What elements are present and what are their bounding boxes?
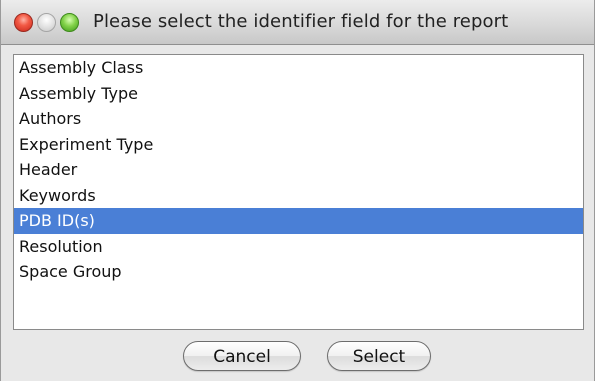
window-title: Please select the identifier field for t…	[93, 11, 509, 32]
close-window-icon[interactable]	[14, 13, 33, 32]
identifier-field-list[interactable]: Assembly Class Assembly Type Authors Exp…	[13, 54, 584, 330]
list-item[interactable]: Keywords	[14, 183, 583, 209]
zoom-window-icon[interactable]	[60, 13, 79, 32]
list-item[interactable]: Resolution	[14, 234, 583, 260]
list-item[interactable]: Assembly Type	[14, 81, 583, 107]
title-bar: Please select the identifier field for t…	[1, 0, 594, 45]
list-item[interactable]: Authors	[14, 106, 583, 132]
select-button[interactable]: Select	[327, 341, 431, 371]
cancel-button[interactable]: Cancel	[183, 341, 301, 371]
minimize-window-icon[interactable]	[37, 13, 56, 32]
button-bar: Cancel Select	[1, 336, 594, 381]
list-item[interactable]: Header	[14, 157, 583, 183]
list-item[interactable]: PDB ID(s)	[14, 208, 583, 234]
list-item[interactable]: Experiment Type	[14, 132, 583, 158]
list-item[interactable]: Assembly Class	[14, 55, 583, 81]
dialog-window: Please select the identifier field for t…	[0, 0, 595, 381]
list-item[interactable]: Space Group	[14, 259, 583, 285]
